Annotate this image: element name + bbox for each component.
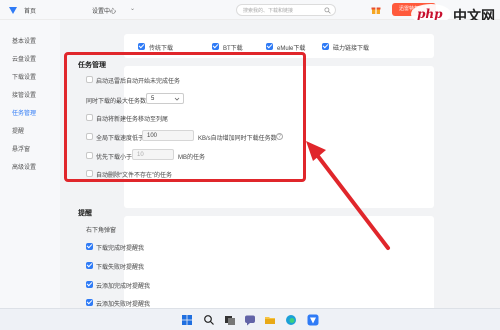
file-explorer-icon[interactable] — [264, 314, 276, 326]
sidebar-item-download[interactable]: 下载设置 — [12, 72, 36, 81]
label-cloud-add-failed: 云添加失败时提醒我 — [96, 302, 151, 308]
search-icon[interactable] — [203, 314, 215, 326]
reminder-subtitle: 右下角弹窗 — [86, 228, 117, 234]
checkbox-magnet-download[interactable] — [322, 43, 329, 50]
checkbox-cloud-add-failed[interactable] — [86, 299, 93, 306]
annotation-highlight-box — [64, 52, 306, 182]
title-bar: 首页 设置中心 ⌄ 搜索我的、下载和链接 迅雷特权会员 php 中文网 — [0, 0, 500, 24]
search-input[interactable]: 搜索我的、下载和链接 — [236, 4, 336, 16]
settings-sidebar: 基本设置 云盘设置 下载设置 接管设置 任务管理 提醒 悬浮窗 高级设置 — [0, 20, 60, 308]
watermark-php: php — [417, 7, 443, 21]
label-bt-download: BT下载 — [223, 46, 243, 52]
sidebar-item-cloud[interactable]: 云盘设置 — [12, 54, 36, 63]
windows-start-icon[interactable] — [181, 314, 193, 326]
checkbox-emule-download[interactable] — [266, 43, 273, 50]
gift-icon[interactable] — [371, 5, 381, 15]
sidebar-item-takeover[interactable]: 接管设置 — [12, 90, 36, 99]
home-tab[interactable]: 首页 — [24, 6, 36, 15]
checkbox-download-failed[interactable] — [86, 262, 93, 269]
edge-icon[interactable] — [285, 314, 297, 326]
thunder-icon[interactable] — [307, 314, 319, 326]
sidebar-item-float-window[interactable]: 悬浮窗 — [12, 144, 30, 153]
thunder-logo-icon — [9, 7, 17, 14]
label-download-complete: 下载完成时提醒我 — [96, 246, 145, 252]
sidebar-item-task-management[interactable]: 任务管理 — [12, 108, 36, 117]
checkbox-cloud-add-complete[interactable] — [86, 281, 93, 288]
label-magnet-download: 磁力链接下载 — [333, 46, 370, 52]
task-view-icon[interactable] — [224, 314, 236, 326]
chat-icon[interactable] — [244, 314, 256, 326]
sidebar-item-advanced[interactable]: 高级设置 — [12, 162, 36, 171]
label-traditional-download: 传统下载 — [149, 46, 174, 52]
search-placeholder: 搜索我的、下载和链接 — [243, 8, 294, 14]
checkbox-download-complete[interactable] — [86, 243, 93, 250]
label-emule-download: eMule下载 — [277, 46, 306, 52]
chevron-down-icon[interactable]: ⌄ — [130, 5, 135, 12]
windows-taskbar — [0, 308, 500, 330]
search-icon[interactable] — [324, 7, 331, 14]
reminder-title: 提醒 — [78, 210, 92, 217]
label-download-failed: 下载失败时提醒我 — [96, 265, 145, 271]
sidebar-item-basic[interactable]: 基本设置 — [12, 36, 36, 45]
sidebar-item-reminder[interactable]: 提醒 — [12, 126, 24, 135]
checkbox-traditional-download[interactable] — [138, 43, 145, 50]
checkbox-bt-download[interactable] — [212, 43, 219, 50]
label-cloud-add-complete: 云添加完成时提醒我 — [96, 284, 151, 290]
window-title: 设置中心 — [92, 9, 117, 15]
